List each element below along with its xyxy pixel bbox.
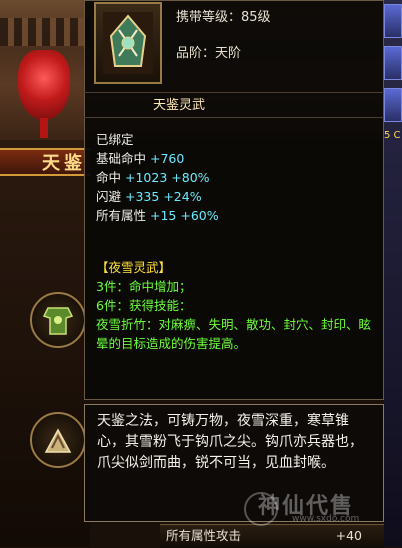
skill-icon[interactable] [384, 88, 402, 122]
jade-claw-weapon-icon [103, 12, 153, 74]
lantern-tassel [40, 118, 48, 138]
set-bonus-count: 3件： [96, 279, 129, 294]
set-bonus-text: 命中增加； [128, 279, 192, 294]
stat-label: 基础命中 [96, 151, 147, 166]
set-bonus: 【夜雪灵武】 3件：命中增加； 6件：获得技能： 夜雪折竹：对麻痹、失明、散功、… [96, 258, 376, 353]
item-stats: 已绑定 基础命中 +760 命中 +1023 +80% 闪避 +335 +24%… [96, 130, 219, 225]
carry-level: 携带等级：85级 [176, 10, 271, 25]
watermark-url: www.sxdo.com [292, 514, 360, 524]
item-icon-frame [94, 2, 162, 84]
green-armor-icon [42, 307, 74, 335]
bound-status: 已绑定 [96, 132, 134, 147]
stat-label: 命中 [96, 170, 122, 185]
skill-icon[interactable] [384, 46, 402, 80]
item-name: 天鉴灵武 [84, 92, 384, 118]
stat-value: +1023 [125, 170, 168, 185]
stat-label: 所有属性 [96, 208, 147, 223]
red-lantern-icon [18, 50, 70, 120]
stat-percent: +24% [163, 189, 202, 204]
equipment-panel-title: 天鉴 [0, 148, 90, 176]
item-grade: 品阶：天阶 [176, 46, 242, 61]
attribute-label: 所有属性攻击 [166, 528, 242, 543]
right-side-bar [384, 0, 402, 547]
attribute-value: +40 [335, 528, 362, 543]
equipment-slot-weapon[interactable] [30, 412, 86, 468]
set-name: 【夜雪灵武】 [96, 260, 172, 275]
set-bonus-count: 6件： [96, 298, 129, 313]
stat-label: 闪避 [96, 189, 122, 204]
side-bar-text: 5 C [384, 130, 401, 141]
stat-percent: +80% [171, 170, 210, 185]
stat-value: +15 [150, 208, 177, 223]
skill-name: 夜雪折竹： [96, 317, 159, 332]
stat-percent: +60% [180, 208, 219, 223]
skill-icon[interactable] [384, 4, 402, 38]
stat-value: +335 [125, 189, 160, 204]
set-bonus-text: 获得技能： [128, 298, 192, 313]
claw-weapon-icon [44, 428, 72, 453]
equipment-slot-armor[interactable] [30, 292, 86, 348]
attribute-bar: 所有属性攻击 +40 [160, 524, 384, 548]
stat-value: +760 [150, 151, 185, 166]
roof-tiles [0, 18, 90, 46]
